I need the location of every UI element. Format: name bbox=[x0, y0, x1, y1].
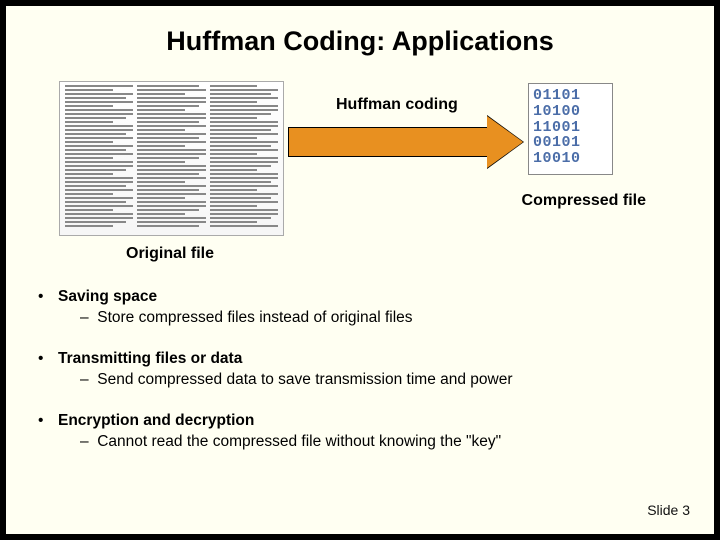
bits-row: 00101 bbox=[533, 135, 610, 151]
bullet-sub-text: Cannot read the compressed file without … bbox=[97, 433, 501, 450]
compressed-file-image: 01101 10100 11001 00101 10010 bbox=[528, 83, 613, 175]
bullet-dot-icon: • bbox=[38, 349, 58, 370]
bullet-dot-icon: • bbox=[38, 411, 58, 432]
arrow-icon bbox=[288, 122, 523, 162]
bullet-sub: – Send compressed data to save transmiss… bbox=[38, 370, 714, 391]
diagram: Huffman coding 01101 10100 11001 00101 1… bbox=[6, 69, 714, 269]
bits-row: 11001 bbox=[533, 120, 610, 136]
compressed-file-label: Compressed file bbox=[522, 192, 646, 210]
bullet-head: Saving space bbox=[58, 287, 157, 308]
list-item: •Saving space – Store compressed files i… bbox=[38, 287, 714, 329]
original-file-image bbox=[59, 81, 284, 236]
original-file-label: Original file bbox=[126, 245, 214, 263]
slide: Huffman Coding: Applications Huffman cod… bbox=[6, 6, 714, 534]
bullet-head: Transmitting files or data bbox=[58, 349, 242, 370]
bits-row: 01101 bbox=[533, 88, 610, 104]
bits-row: 10010 bbox=[533, 151, 610, 167]
bullet-dot-icon: • bbox=[38, 287, 58, 308]
arrow-label: Huffman coding bbox=[336, 96, 458, 114]
bits-row: 10100 bbox=[533, 104, 610, 120]
slide-number: Slide 3 bbox=[647, 502, 690, 518]
bullet-sub-text: Send compressed data to save transmissio… bbox=[97, 371, 512, 388]
list-item: •Transmitting files or data – Send compr… bbox=[38, 349, 714, 391]
bullet-sub: – Cannot read the compressed file withou… bbox=[38, 432, 714, 453]
page-title: Huffman Coding: Applications bbox=[6, 6, 714, 57]
bullet-head: Encryption and decryption bbox=[58, 411, 254, 432]
bullet-list: •Saving space – Store compressed files i… bbox=[38, 287, 714, 453]
bullet-sub-text: Store compressed files instead of origin… bbox=[97, 309, 412, 326]
bullet-sub: – Store compressed files instead of orig… bbox=[38, 308, 714, 329]
list-item: •Encryption and decryption – Cannot read… bbox=[38, 411, 714, 453]
